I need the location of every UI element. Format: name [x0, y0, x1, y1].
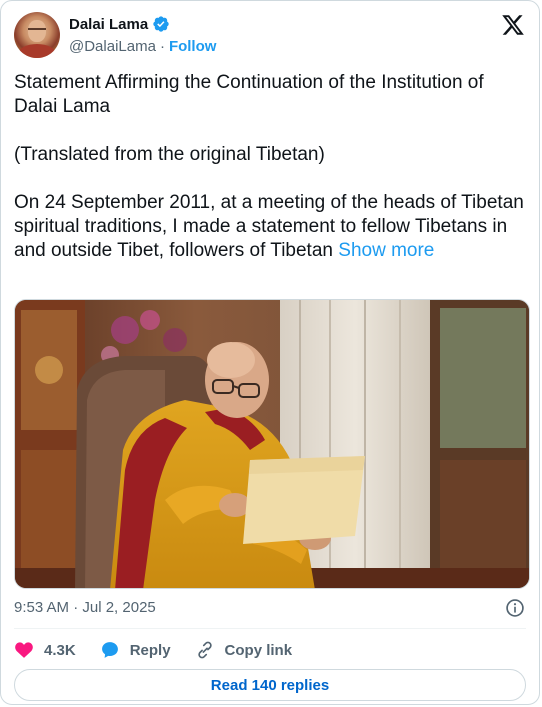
link-icon [197, 641, 212, 659]
read-replies-button[interactable]: Read 140 replies [14, 669, 526, 701]
x-logo-icon[interactable] [501, 13, 525, 37]
like-button[interactable]: 4.3K [14, 640, 76, 660]
author-handle-row: @DalaiLama · Follow [69, 38, 216, 55]
tweet-actions: 4.3K Reply Copy link [14, 638, 316, 662]
divider [14, 628, 526, 629]
reply-button[interactable]: Reply [100, 640, 171, 660]
tweet-text: Statement Affirming the Continuation of … [14, 71, 530, 263]
tweet-paragraph: On 24 September 2011, at a meeting of th… [14, 191, 530, 263]
author-name-row: Dalai Lama [69, 15, 170, 33]
separator-dot: · [159, 38, 165, 55]
tweet-paragraph: (Translated from the original Tibetan) [14, 144, 325, 165]
avatar[interactable] [14, 12, 60, 58]
info-icon[interactable] [505, 598, 525, 618]
tweet-timestamp[interactable]: 9:53 AM · Jul 2, 2025 [14, 599, 156, 616]
author-handle[interactable]: @DalaiLama [69, 38, 156, 55]
tweet-paragraph-text: On 24 September 2011, at a meeting of th… [14, 192, 524, 261]
copy-link-label: Copy link [224, 641, 293, 659]
copy-link-button[interactable]: Copy link [195, 640, 293, 660]
verified-badge-icon [153, 16, 169, 32]
author-name[interactable]: Dalai Lama [69, 16, 148, 33]
like-count: 4.3K [44, 641, 76, 659]
tweet-header: Dalai Lama @DalaiLama · Follow [14, 11, 527, 61]
tweet-paragraph: Statement Affirming the Continuation of … [14, 72, 484, 117]
heart-icon [15, 642, 33, 658]
show-more-link[interactable]: Show more [338, 240, 434, 261]
tweet-photo[interactable] [14, 299, 530, 589]
tweet-card: Dalai Lama @DalaiLama · Follow Statement… [0, 0, 540, 705]
reply-label: Reply [129, 641, 171, 659]
follow-button[interactable]: Follow [169, 38, 217, 55]
speech-bubble-icon [101, 642, 118, 658]
read-replies-label: Read 140 replies [210, 676, 330, 694]
